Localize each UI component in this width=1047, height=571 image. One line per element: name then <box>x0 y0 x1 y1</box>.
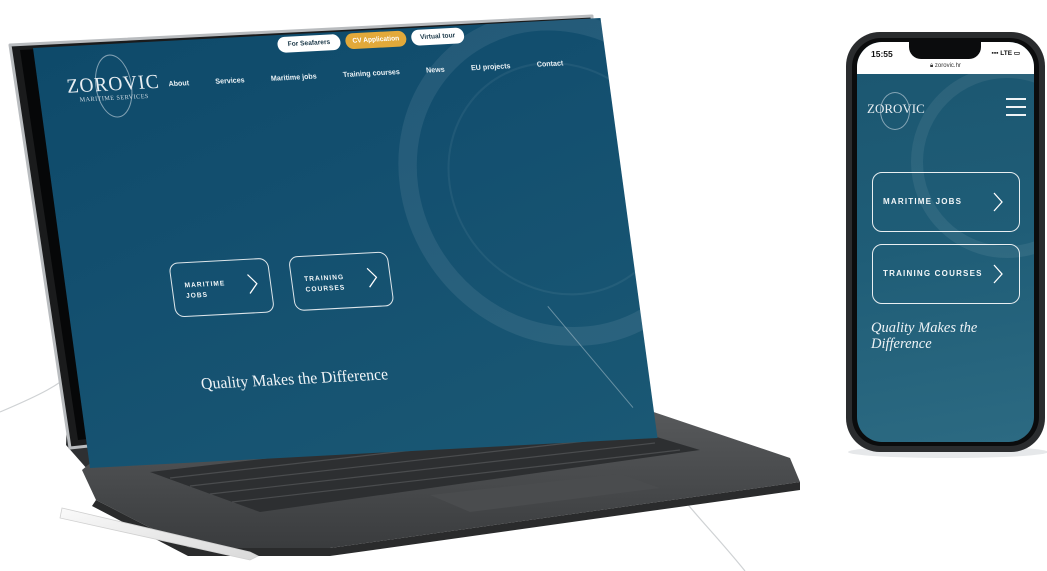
training-courses-button[interactable]: TRAINING COURSES <box>287 251 395 312</box>
cv-application-button[interactable]: CV Application <box>344 30 408 50</box>
chevron-right-icon <box>993 192 1003 212</box>
address-bar[interactable]: 🔒︎ zorovic.hr <box>857 63 1034 70</box>
nav-about[interactable]: About <box>168 80 189 88</box>
chevron-right-icon <box>993 264 1003 284</box>
chevron-right-icon <box>247 274 258 294</box>
tablet-screen: ZOROVIC MARITIME SERVICES For Seafarers … <box>33 17 658 468</box>
maritime-jobs-button[interactable]: MARITIME JOBS <box>872 172 1020 232</box>
tablet-logo[interactable]: ZOROVIC MARITIME SERVICES <box>63 52 163 120</box>
phone-logo[interactable]: ZOROVIC <box>867 92 931 132</box>
tagline: Quality Makes the Difference <box>871 320 978 352</box>
for-seafarers-button[interactable]: For Seafarers <box>276 33 342 53</box>
button-label: TRAINING COURSES <box>883 269 983 278</box>
nav-services[interactable]: Services <box>215 77 245 86</box>
button-label: TRAINING COURSES <box>303 273 346 294</box>
device-mockup-scene: ZOROVIC MARITIME SERVICES For Seafarers … <box>0 0 1047 571</box>
phone-device: 15:55 ▪▪▪ LTE ▭ 🔒︎ zorovic.hr ZOROVIC MA… <box>846 32 1045 452</box>
phone-screen: 15:55 ▪▪▪ LTE ▭ 🔒︎ zorovic.hr ZOROVIC MA… <box>857 42 1034 442</box>
status-time: 15:55 <box>871 49 893 59</box>
button-label: MARITIME JOBS <box>184 280 226 301</box>
training-courses-button[interactable]: TRAINING COURSES <box>872 244 1020 304</box>
nav-news[interactable]: News <box>426 66 446 74</box>
status-bar: 15:55 ▪▪▪ LTE ▭ 🔒︎ zorovic.hr <box>857 42 1034 74</box>
cable-right <box>679 494 746 571</box>
nav-contact[interactable]: Contact <box>536 60 563 69</box>
hamburger-menu-icon[interactable] <box>1006 98 1026 116</box>
button-label: MARITIME JOBS <box>883 197 963 206</box>
maritime-jobs-button[interactable]: MARITIME JOBS <box>168 257 276 318</box>
virtual-tour-button[interactable]: Virtual tour <box>410 27 466 46</box>
phone-notch <box>909 42 981 59</box>
logo-wordmark: ZOROVIC <box>867 101 925 116</box>
lock-icon: 🔒︎ <box>930 63 934 69</box>
chevron-right-icon <box>366 267 378 288</box>
signal-indicator: ▪▪▪ LTE ▭ <box>991 50 1020 57</box>
